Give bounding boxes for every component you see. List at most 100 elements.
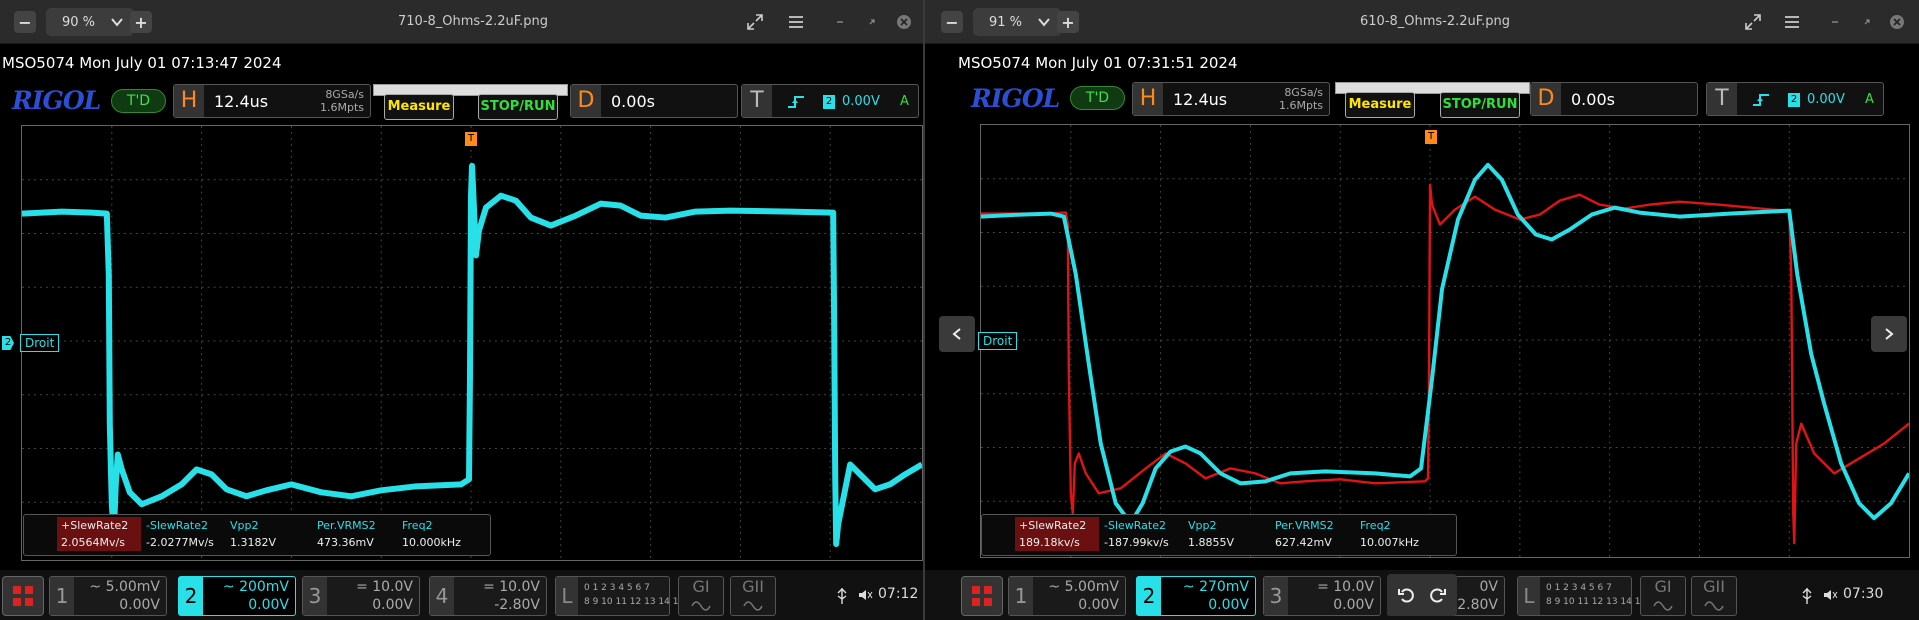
measurement-item[interactable]: Per.VRMS2 473.36mV bbox=[317, 517, 376, 551]
sine-icon bbox=[743, 601, 763, 611]
rising-edge-icon bbox=[1753, 94, 1769, 106]
delay-label: D bbox=[1531, 83, 1561, 115]
zoom-select[interactable]: 90 % bbox=[46, 8, 134, 36]
generator-1-box[interactable]: GI bbox=[1640, 576, 1686, 616]
channel-offset: 0.00V bbox=[1208, 597, 1249, 613]
delay-box[interactable]: D 0.00s bbox=[1530, 82, 1698, 116]
speaker-icon bbox=[859, 590, 873, 600]
channel-offset: 0.00V bbox=[1333, 597, 1374, 613]
redo-icon[interactable] bbox=[1429, 586, 1447, 604]
trigger-position-marker[interactable]: T bbox=[1425, 130, 1437, 144]
measure-button[interactable]: Measure bbox=[1345, 92, 1415, 118]
channel-3-box[interactable]: 3 = 10.0V 0.00V bbox=[1263, 576, 1381, 616]
chevron-right-icon bbox=[1885, 328, 1894, 340]
measurement-value: 1.3182V bbox=[230, 536, 277, 549]
coupling-icon: ~ bbox=[1182, 579, 1195, 595]
delay-value: 0.00s bbox=[611, 92, 655, 111]
home-button[interactable] bbox=[2, 576, 44, 616]
measurement-value: 10.007kHz bbox=[1360, 536, 1419, 549]
delay-box[interactable]: D 0.00s bbox=[570, 84, 738, 118]
next-image-button[interactable] bbox=[1871, 316, 1907, 352]
measure-button[interactable]: Measure bbox=[384, 94, 454, 120]
measurement-value: 189.18kv/s bbox=[1019, 536, 1080, 549]
channel-2-box[interactable]: 2 ~ 200mV 0.00V bbox=[178, 576, 296, 616]
undo-icon[interactable] bbox=[1397, 586, 1415, 604]
horizontal-box[interactable]: H 12.4us 8GSa/s 1.6Mpts bbox=[173, 84, 371, 118]
measurement-item[interactable]: -SlewRate2 -2.0277Mv/s bbox=[146, 517, 214, 551]
trigger-delay-badge[interactable]: T'D bbox=[1070, 86, 1125, 110]
coupling-icon: ~ bbox=[222, 579, 235, 595]
trigger-delay-badge[interactable]: T'D bbox=[111, 89, 166, 113]
trigger-position-marker[interactable]: T bbox=[465, 132, 477, 146]
minimize-icon[interactable] bbox=[1825, 12, 1845, 32]
measurement-label: +SlewRate2 bbox=[61, 519, 129, 532]
grid-home-icon bbox=[13, 586, 33, 606]
close-icon[interactable] bbox=[1887, 12, 1907, 32]
channel-offset: 0.00V bbox=[248, 597, 289, 613]
channel-2-box[interactable]: 2 ~ 270mV 0.00V bbox=[1136, 576, 1256, 616]
measurement-item[interactable]: Freq2 10.007kHz bbox=[1360, 517, 1419, 551]
generator-2-box[interactable]: GII bbox=[1691, 576, 1737, 616]
measurement-value: 1.8855V bbox=[1188, 536, 1235, 549]
minimize-icon[interactable] bbox=[830, 12, 850, 32]
channel-1-box[interactable]: 1 ~ 5.00mV 0.00V bbox=[49, 576, 167, 616]
measurement-label: Per.VRMS2 bbox=[317, 519, 376, 532]
waveform-grid bbox=[980, 124, 1910, 558]
channel-scale-value: 200mV bbox=[239, 579, 289, 595]
measurement-item[interactable]: -SlewRate2 -187.99kv/s bbox=[1104, 517, 1169, 551]
speaker-icon bbox=[1824, 590, 1838, 600]
stop-run-button[interactable]: STOP/RUN bbox=[478, 94, 558, 120]
clock-time: 07:12 bbox=[878, 586, 919, 602]
close-icon[interactable] bbox=[894, 12, 914, 32]
measurement-item[interactable]: Vpp2 1.8855V bbox=[1188, 517, 1234, 551]
file-name: 710-8_Ohms-2.2uF.png bbox=[398, 14, 549, 29]
previous-image-button[interactable] bbox=[939, 316, 975, 352]
restore-icon[interactable] bbox=[862, 12, 882, 32]
logic-analyzer-box[interactable]: L 0 1 2 3 4 5 6 7 8 9 10 11 12 13 14 15 bbox=[555, 576, 684, 616]
file-name: 610-8_Ohms-2.2uF.png bbox=[1360, 14, 1511, 29]
viewer-titlebar: − 91 % + 610-8_Ohms-2.2uF.png bbox=[925, 0, 1919, 44]
measurement-item[interactable]: +SlewRate2 189.18kv/s bbox=[1015, 517, 1099, 551]
measurement-panel: +SlewRate2 2.0564Mv/s -SlewRate2 -2.0277Mv… bbox=[23, 514, 491, 556]
trigger-box[interactable]: T 2 0.00V A bbox=[1706, 82, 1884, 116]
zoom-in-button[interactable]: + bbox=[1057, 11, 1079, 33]
zoom-in-button[interactable]: + bbox=[130, 11, 152, 33]
undo-redo-overlay bbox=[1387, 574, 1457, 616]
trigger-box[interactable]: T 2 0.00V A bbox=[741, 84, 919, 118]
zoom-out-button[interactable]: − bbox=[941, 11, 963, 33]
scope-top-bar: RIGOL T'D H 12.4us 8GSa/s 1.6Mpts Measure… bbox=[0, 80, 923, 122]
logic-analyzer-box[interactable]: L 0 1 2 3 4 5 6 7 8 9 10 11 12 13 14 15 bbox=[1517, 576, 1646, 616]
coupling-icon: = bbox=[356, 579, 368, 595]
channel-number: 1 bbox=[50, 577, 74, 615]
measurement-item[interactable]: Per.VRMS2 627.42mV bbox=[1275, 517, 1334, 551]
measurement-item[interactable]: +SlewRate2 2.0564Mv/s bbox=[57, 517, 141, 551]
coupling-icon: ~ bbox=[89, 579, 102, 595]
menu-icon[interactable] bbox=[786, 12, 806, 32]
zoom-out-button[interactable]: − bbox=[14, 11, 36, 33]
channel-offset: 0.00V bbox=[372, 597, 413, 613]
channel-1-box[interactable]: 1 ~ 5.00mV 0.00V bbox=[1008, 576, 1126, 616]
stop-run-button[interactable]: STOP/RUN bbox=[1440, 92, 1520, 118]
fullscreen-icon[interactable] bbox=[1743, 12, 1763, 32]
measurement-panel: +SlewRate2 189.18kv/s -SlewRate2 -187.99kv… bbox=[981, 514, 1457, 556]
restore-icon[interactable] bbox=[1857, 12, 1877, 32]
zoom-value: 91 % bbox=[989, 14, 1023, 30]
trigger-label: T bbox=[1707, 83, 1737, 115]
measurement-value: 627.42mV bbox=[1275, 536, 1332, 549]
ch2-offset-marker[interactable]: 2 bbox=[2, 336, 14, 350]
horizontal-box[interactable]: H 12.4us 8GSa/s 1.6Mpts bbox=[1132, 82, 1330, 116]
menu-icon[interactable] bbox=[1782, 12, 1802, 32]
clock-time: 07:30 bbox=[1843, 586, 1884, 602]
measurement-item[interactable]: Freq2 10.000kHz bbox=[402, 517, 461, 551]
logic-bits-row2: 8 9 10 11 12 13 14 15 bbox=[1546, 597, 1647, 607]
channel-offset: -2.80V bbox=[1452, 597, 1498, 613]
generator-1-box[interactable]: GI bbox=[678, 576, 724, 616]
channel-3-box[interactable]: 3 = 10.0V 0.00V bbox=[302, 576, 420, 616]
home-button[interactable] bbox=[961, 576, 1003, 616]
fullscreen-icon[interactable] bbox=[745, 12, 765, 32]
measurement-value: -2.0277Mv/s bbox=[146, 536, 214, 549]
generator-2-box[interactable]: GII bbox=[730, 576, 776, 616]
channel-4-box[interactable]: 4 = 10.0V -2.80V bbox=[429, 576, 547, 616]
zoom-select[interactable]: 91 % bbox=[973, 8, 1061, 36]
measurement-item[interactable]: Vpp2 1.3182V bbox=[230, 517, 276, 551]
